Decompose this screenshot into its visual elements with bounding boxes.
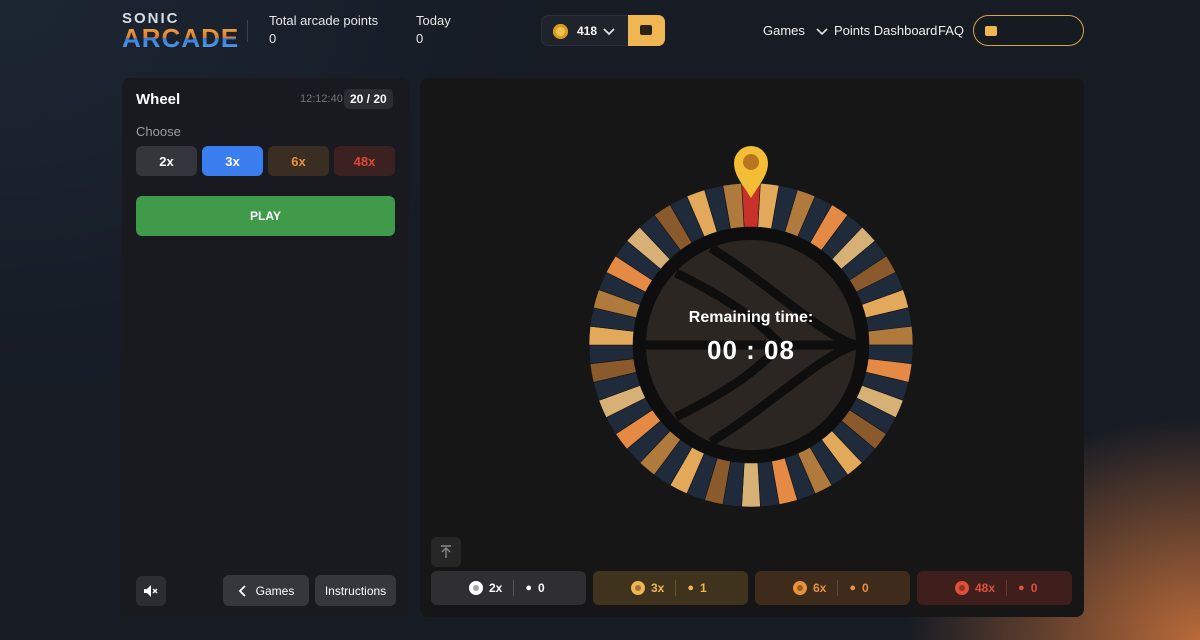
bet-player-count: 0 xyxy=(862,581,869,595)
user-icon: ● xyxy=(525,582,533,594)
back-to-games-button[interactable]: Games xyxy=(223,575,309,606)
multiplier-6x-button[interactable]: 6x xyxy=(268,146,329,176)
chip-icon xyxy=(793,581,807,595)
game-controls-panel: Wheel 12:12:40 20 / 20 Choose 2x 3x 6x 4… xyxy=(122,78,409,617)
total-points-stat: Total arcade points 0 xyxy=(269,13,378,46)
wheel: Remaining time: 00 : 08 xyxy=(588,182,914,508)
divider xyxy=(675,580,677,596)
nav-games[interactable]: Games xyxy=(763,23,829,38)
bet-multiplier: 2x xyxy=(489,581,503,595)
bet-player-count: 0 xyxy=(538,581,545,595)
bet-2x-summary[interactable]: 2x ● 0 xyxy=(431,571,586,605)
user-icon: ● xyxy=(849,582,857,594)
bet-6x-summary[interactable]: 6x ● 0 xyxy=(755,571,910,605)
wheel-pointer-icon xyxy=(734,146,768,198)
nav-points-dashboard[interactable]: Points Dashboard xyxy=(834,23,937,38)
header-divider xyxy=(247,20,248,42)
wallet-selector[interactable]: 418 xyxy=(541,15,665,46)
bet-3x-summary[interactable]: 3x ● 1 xyxy=(593,571,748,605)
divider xyxy=(513,580,515,596)
logo-bottom-text: ARCADE xyxy=(122,23,240,53)
bet-player-count: 0 xyxy=(1030,581,1038,595)
speaker-muted-icon xyxy=(144,585,158,597)
arrow-up-to-line-icon xyxy=(441,545,451,558)
chevron-left-icon xyxy=(238,584,246,597)
top-header: SONIC ARCADE Total arcade points 0 Today… xyxy=(0,0,1200,62)
today-label: Today xyxy=(416,13,451,28)
bet-multiplier: 3x xyxy=(651,581,665,595)
round-count-badge: 20 / 20 xyxy=(344,89,393,109)
play-button[interactable]: PLAY xyxy=(136,196,395,236)
chip-icon xyxy=(955,581,969,595)
divider xyxy=(837,580,839,596)
scroll-to-top-button[interactable] xyxy=(431,537,461,567)
chip-icon xyxy=(469,581,483,595)
coin-icon xyxy=(553,24,568,39)
today-value: 0 xyxy=(416,31,424,46)
wheel-segment xyxy=(741,462,761,508)
games-button-label: Games xyxy=(255,583,295,598)
nav-games-label: Games xyxy=(763,23,805,38)
user-icon: ● xyxy=(1018,582,1025,594)
wheel-panel: Remaining time: 00 : 08 2x ● 0 3x ● 1 6x… xyxy=(420,78,1084,617)
remaining-time-value: 00 : 08 xyxy=(707,335,795,365)
bet-multiplier: 6x xyxy=(813,581,827,595)
bet-48x-summary[interactable]: 48x ● 0 xyxy=(917,571,1072,605)
chip-icon xyxy=(631,581,645,595)
wallet-button[interactable] xyxy=(628,15,665,46)
user-icon: ● xyxy=(687,582,695,594)
bet-multiplier: 48x xyxy=(975,581,996,595)
choose-label: Choose xyxy=(136,124,181,139)
wallet-amount: 418 xyxy=(577,24,598,38)
multiplier-3x-button[interactable]: 3x xyxy=(202,146,263,176)
game-time: 12:12:40 xyxy=(300,93,343,105)
connect-wallet-button[interactable] xyxy=(973,15,1084,46)
wallet-icon xyxy=(985,26,997,36)
multiplier-48x-button[interactable]: 48x xyxy=(334,146,395,176)
divider xyxy=(1006,580,1008,596)
chevron-down-icon xyxy=(815,27,828,35)
remaining-time-label: Remaining time: xyxy=(688,309,814,326)
mute-button[interactable] xyxy=(136,576,166,606)
instructions-button[interactable]: Instructions xyxy=(315,575,396,606)
game-title: Wheel xyxy=(136,91,181,108)
sonic-arcade-logo[interactable]: SONIC ARCADE xyxy=(122,10,238,52)
chevron-down-icon xyxy=(603,28,615,36)
wallet-icon xyxy=(640,25,652,35)
today-stat: Today 0 xyxy=(416,13,451,46)
multiplier-2x-button[interactable]: 2x xyxy=(136,146,197,176)
nav-faq[interactable]: FAQ xyxy=(938,23,964,38)
total-points-label: Total arcade points xyxy=(269,13,379,28)
bet-player-count: 1 xyxy=(700,581,707,595)
total-points-value: 0 xyxy=(269,31,277,46)
